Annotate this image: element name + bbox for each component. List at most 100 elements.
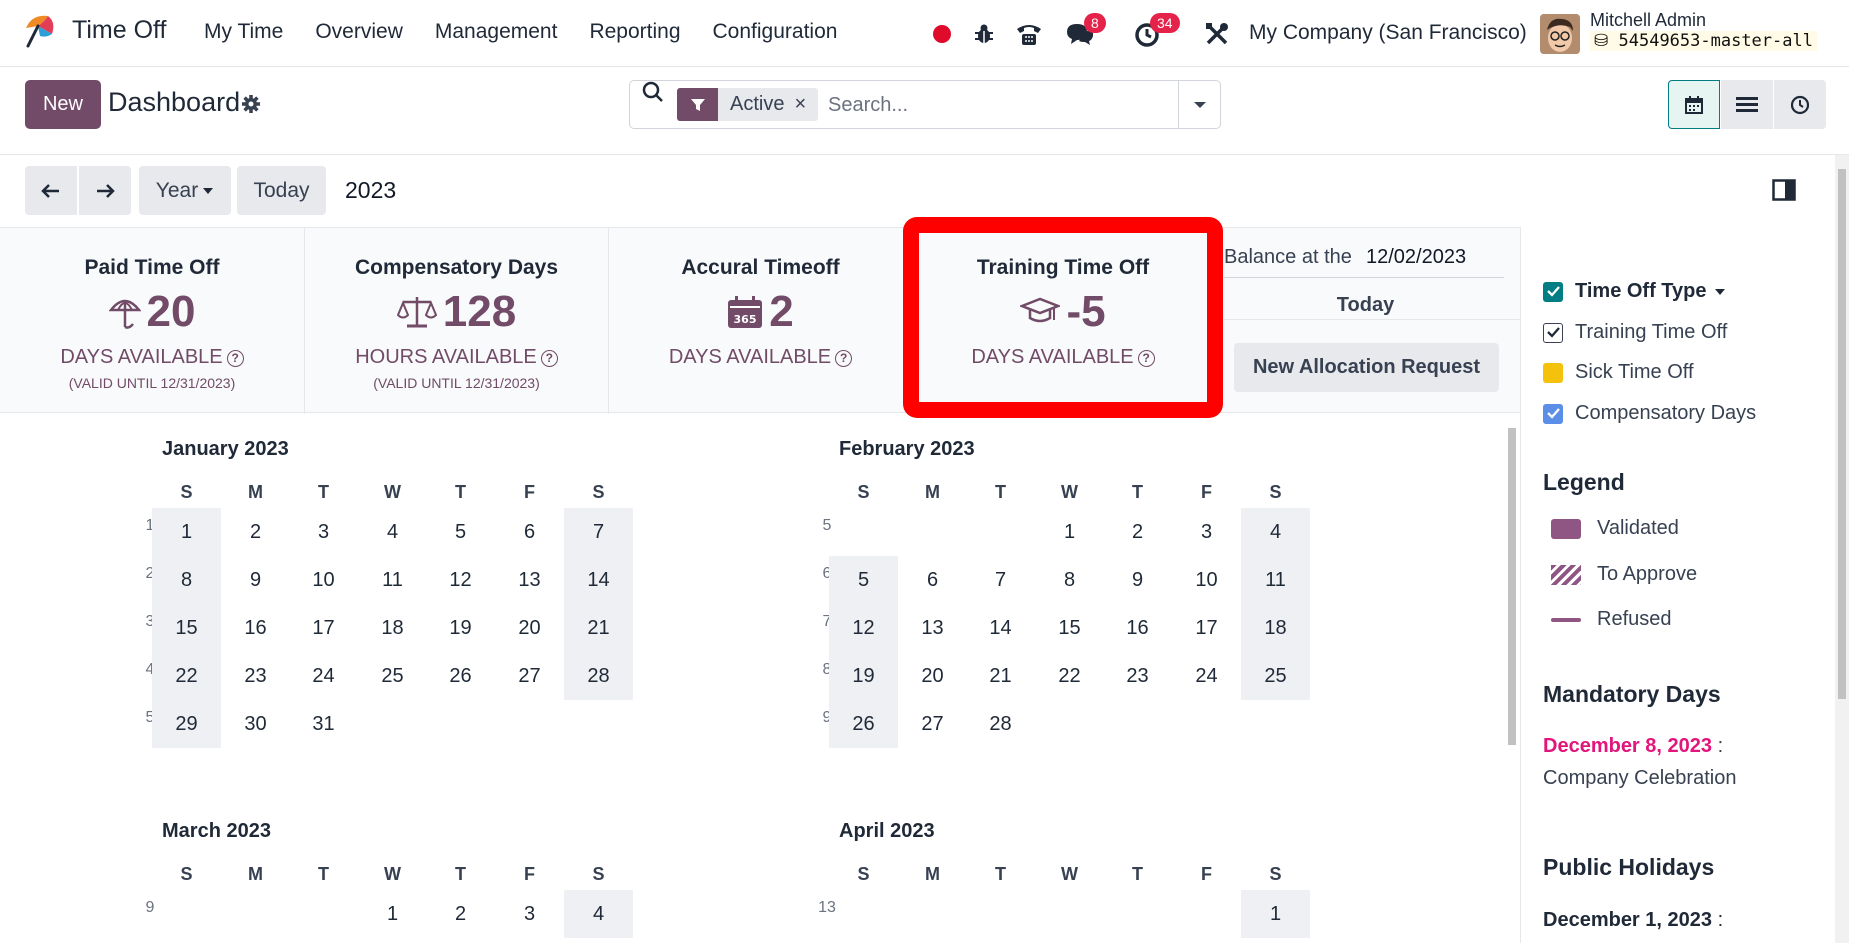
remove-facet-button[interactable]: ×: [794, 93, 818, 116]
calendar-day[interactable]: 10: [1172, 556, 1241, 604]
menu-reporting[interactable]: Reporting: [589, 20, 680, 44]
calendar-day[interactable]: 21: [564, 604, 633, 652]
calendar-day[interactable]: 30: [221, 700, 290, 748]
balance-date-field[interactable]: 12/02/2023: [1366, 246, 1466, 269]
calendar-day[interactable]: 22: [152, 652, 221, 700]
record-button[interactable]: [930, 14, 954, 54]
new-button[interactable]: New: [25, 80, 101, 129]
filter-training-time-off[interactable]: Training Time Off: [1543, 321, 1727, 344]
calendar-day[interactable]: 18: [358, 604, 427, 652]
calendar-day[interactable]: 28: [564, 652, 633, 700]
calendar-day[interactable]: 14: [966, 604, 1035, 652]
calendar-day[interactable]: 10: [289, 556, 358, 604]
previous-button[interactable]: [25, 166, 77, 215]
calendar-day[interactable]: 14: [564, 556, 633, 604]
calendar-day[interactable]: 15: [152, 604, 221, 652]
calendar-day[interactable]: 27: [495, 652, 564, 700]
calendar-day[interactable]: 13: [898, 604, 967, 652]
calendar-day[interactable]: 9: [221, 556, 290, 604]
calendar-day[interactable]: 24: [289, 652, 358, 700]
filter-sick-time-off[interactable]: Sick Time Off: [1543, 361, 1694, 384]
calendar-day[interactable]: 26: [426, 652, 495, 700]
page-scrollbar-thumb[interactable]: [1838, 169, 1846, 699]
user-avatar[interactable]: [1540, 14, 1580, 54]
calendar-day[interactable]: 8: [152, 556, 221, 604]
summary-card-paid-time-off[interactable]: Paid Time Off 20 DAYS AVAILABLE? (VALID …: [0, 228, 304, 414]
calendar-day[interactable]: 25: [358, 652, 427, 700]
calendar-view-button[interactable]: [1668, 80, 1720, 129]
calendar-day[interactable]: 28: [966, 700, 1035, 748]
summary-card-compensatory-days[interactable]: Compensatory Days 128 HOURS AVAILABLE? (…: [305, 228, 608, 414]
calendar-day[interactable]: 3: [495, 890, 564, 938]
page-scrollbar[interactable]: [1835, 155, 1849, 943]
calendar-day[interactable]: 7: [564, 508, 633, 556]
calendar-day[interactable]: 16: [1103, 604, 1172, 652]
calendar-scrollbar[interactable]: [1506, 418, 1518, 943]
calendar-day[interactable]: 17: [289, 604, 358, 652]
new-allocation-request-button[interactable]: New Allocation Request: [1234, 343, 1499, 392]
search-input[interactable]: [828, 90, 1168, 120]
calendar-day[interactable]: 1: [152, 508, 221, 556]
checkbox-all[interactable]: [1543, 281, 1563, 302]
calendar-day[interactable]: 1: [1241, 890, 1310, 938]
calendar-day[interactable]: 5: [426, 508, 495, 556]
calendar-day[interactable]: 16: [221, 604, 290, 652]
calendar-day[interactable]: 2: [426, 890, 495, 938]
calendar-day[interactable]: 9: [1103, 556, 1172, 604]
calendar-day[interactable]: 27: [898, 700, 967, 748]
search-icon[interactable]: [640, 79, 666, 105]
help-icon[interactable]: ?: [835, 350, 853, 367]
calendar-day[interactable]: 3: [1172, 508, 1241, 556]
calendar-day[interactable]: 4: [564, 890, 633, 938]
calendar-day[interactable]: 31: [289, 700, 358, 748]
calendar-day[interactable]: 2: [221, 508, 290, 556]
side-panel-toggle-icon[interactable]: [1772, 179, 1796, 201]
calendar-day[interactable]: 15: [1035, 604, 1104, 652]
summary-card-accural-timeoff[interactable]: Accural Timeoff 365 2 DAYS AVAILABLE?: [609, 228, 912, 414]
calendar-day[interactable]: 1: [1035, 508, 1104, 556]
menu-configuration[interactable]: Configuration: [713, 20, 838, 44]
calendar-day[interactable]: 4: [358, 508, 427, 556]
calendar-day[interactable]: 11: [358, 556, 427, 604]
gear-icon[interactable]: [241, 94, 261, 114]
time-off-type-filter-header[interactable]: Time Off Type: [1543, 280, 1726, 303]
calendar-day[interactable]: 8: [1035, 556, 1104, 604]
search-options-toggle[interactable]: [1178, 80, 1221, 129]
calendar-day[interactable]: 19: [426, 604, 495, 652]
checkbox[interactable]: [1543, 362, 1563, 383]
calendar-day[interactable]: 20: [898, 652, 967, 700]
scale-dropdown[interactable]: Year: [139, 166, 231, 215]
calendar-day[interactable]: 6: [898, 556, 967, 604]
calendar-day[interactable]: 11: [1241, 556, 1310, 604]
calendar-day[interactable]: 3: [289, 508, 358, 556]
calendar-day[interactable]: 6: [495, 508, 564, 556]
calendar-day[interactable]: 19: [829, 652, 898, 700]
menu-overview[interactable]: Overview: [315, 20, 403, 44]
voip-button[interactable]: [1012, 14, 1046, 54]
messages-button[interactable]: 8: [1062, 13, 1106, 54]
help-icon[interactable]: ?: [540, 350, 558, 367]
calendar-day[interactable]: 26: [829, 700, 898, 748]
settings-tools-button[interactable]: [1202, 14, 1232, 54]
calendar-day[interactable]: 21: [966, 652, 1035, 700]
checkbox[interactable]: [1543, 403, 1563, 424]
calendar-day[interactable]: 23: [221, 652, 290, 700]
time-off-app-icon[interactable]: [22, 12, 60, 50]
debug-button[interactable]: [970, 14, 998, 54]
calendar-day[interactable]: 17: [1172, 604, 1241, 652]
activities-button[interactable]: 34: [1130, 13, 1180, 54]
user-name[interactable]: Mitchell Admin: [1590, 10, 1706, 31]
checkbox[interactable]: [1543, 322, 1563, 343]
calendar-day[interactable]: 12: [426, 556, 495, 604]
next-button[interactable]: [79, 166, 131, 215]
calendar-day[interactable]: 29: [152, 700, 221, 748]
calendar-day[interactable]: 4: [1241, 508, 1310, 556]
calendar-day[interactable]: 12: [829, 604, 898, 652]
activity-view-button[interactable]: [1774, 80, 1826, 129]
calendar-day[interactable]: 22: [1035, 652, 1104, 700]
help-icon[interactable]: ?: [226, 350, 244, 367]
calendar-day[interactable]: 23: [1103, 652, 1172, 700]
calendar-day[interactable]: 13: [495, 556, 564, 604]
list-view-button[interactable]: [1721, 80, 1773, 129]
menu-management[interactable]: Management: [435, 20, 558, 44]
